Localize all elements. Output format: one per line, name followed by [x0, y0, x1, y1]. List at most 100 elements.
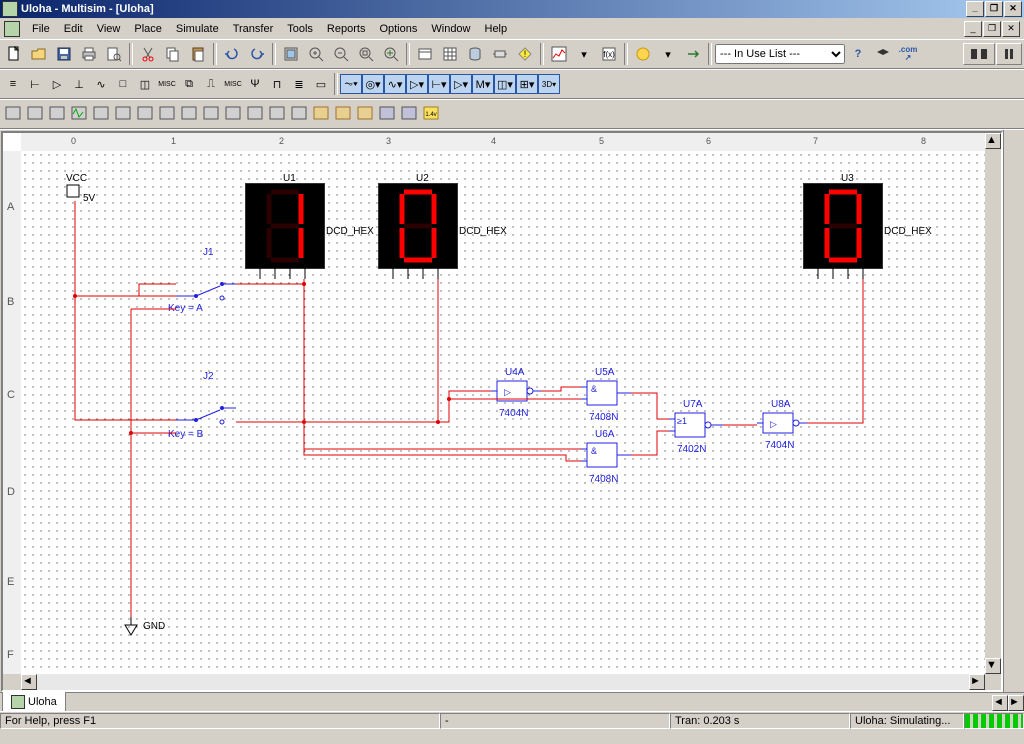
src-analog-icon[interactable]: ∿ [90, 74, 112, 94]
vertical-scrollbar[interactable]: ▲ ▼ [985, 133, 1001, 674]
spreadsheet-button[interactable] [438, 42, 462, 66]
src-basic-icon[interactable]: ⊢ [24, 74, 46, 94]
inst-tk1-icon[interactable] [376, 104, 398, 124]
inst-4scope-icon[interactable] [90, 104, 112, 124]
gate-u5a[interactable]: U5A & 7408N [581, 367, 631, 412]
menu-edit[interactable]: Edit [58, 21, 89, 37]
save-button[interactable] [52, 42, 76, 66]
copy-button[interactable] [161, 42, 185, 66]
src-rf-icon[interactable]: Ψ [244, 74, 266, 94]
paste-button[interactable] [186, 42, 210, 66]
check-button[interactable]: ! [513, 42, 537, 66]
inst-probe-icon[interactable]: 1.4v [420, 104, 442, 124]
xfer-button[interactable] [681, 42, 705, 66]
wizard-button[interactable] [631, 42, 655, 66]
inst-scope-icon[interactable] [68, 104, 90, 124]
zoom-area-button[interactable] [354, 42, 378, 66]
pause-button[interactable] [996, 43, 1022, 65]
display-u3[interactable] [803, 183, 883, 269]
mdi-minimize-button[interactable]: _ [964, 21, 982, 37]
inst-bode-icon[interactable] [112, 104, 134, 124]
scroll-right-button[interactable]: ► [969, 674, 985, 690]
in-use-list[interactable]: --- In Use List --- [715, 44, 845, 64]
menu-help[interactable]: Help [479, 21, 514, 37]
virt-measure-icon[interactable]: M▾ [472, 74, 494, 94]
undo-button[interactable] [220, 42, 244, 66]
menu-file[interactable]: File [26, 21, 56, 37]
vcc-symbol[interactable] [65, 183, 85, 203]
database-button[interactable] [463, 42, 487, 66]
cut-button[interactable] [136, 42, 160, 66]
virt-analog-icon[interactable]: ▷▾ [450, 74, 472, 94]
inst-wm-icon[interactable] [46, 104, 68, 124]
src-diode-icon[interactable]: ▷ [46, 74, 68, 94]
open-button[interactable] [27, 42, 51, 66]
gate-u4a[interactable]: U4A ▷ 7404N [491, 367, 541, 408]
gate-u6a[interactable]: U6A & 7408N [581, 429, 631, 474]
virt-diode-icon[interactable]: ▷▾ [406, 74, 428, 94]
doc-tab[interactable]: Uloha [2, 691, 66, 711]
inst-mm-icon[interactable] [2, 104, 24, 124]
zoom-fit-button[interactable] [379, 42, 403, 66]
maximize-button[interactable]: ❐ [985, 1, 1003, 17]
zoom-in-button[interactable] [304, 42, 328, 66]
src-bus-icon[interactable]: ≣ [288, 74, 310, 94]
menu-options[interactable]: Options [373, 21, 423, 37]
inst-na-icon[interactable] [288, 104, 310, 124]
new-button[interactable] [2, 42, 26, 66]
src-ind-icon[interactable]: ⎍ [200, 74, 222, 94]
component-button[interactable] [488, 42, 512, 66]
schematic-canvas[interactable]: VCC 5V U1 DCD_HEX U2 [21, 151, 985, 674]
web-button[interactable]: .com↗ [896, 42, 920, 66]
display-u2[interactable] [378, 183, 458, 269]
inst-ag1-icon[interactable] [310, 104, 332, 124]
tab-scroll-right[interactable]: ► [1008, 695, 1024, 711]
inst-ag2-icon[interactable] [332, 104, 354, 124]
menu-place[interactable]: Place [128, 21, 168, 37]
menu-reports[interactable]: Reports [321, 21, 372, 37]
scroll-down-button[interactable]: ▼ [985, 658, 1001, 674]
virt-misc-icon[interactable]: ◫▾ [494, 74, 516, 94]
src-misc2-icon[interactable]: MISC [222, 74, 244, 94]
zoom-out-button[interactable] [329, 42, 353, 66]
mdi-maximize-button[interactable]: ❐ [983, 21, 1001, 37]
src-mixed-icon[interactable]: ⧉ [178, 74, 200, 94]
tab-scroll-left[interactable]: ◄ [992, 695, 1008, 711]
inst-dist-icon[interactable] [244, 104, 266, 124]
src-ttl-icon[interactable]: □ [112, 74, 134, 94]
inst-la-icon[interactable] [178, 104, 200, 124]
inst-freq-icon[interactable] [134, 104, 156, 124]
virt-3d-icon[interactable]: 3D▾ [538, 74, 560, 94]
inst-ag3-icon[interactable] [354, 104, 376, 124]
switch-j2[interactable] [176, 400, 236, 428]
menu-simulate[interactable]: Simulate [170, 21, 225, 37]
wizard2-button[interactable]: ▾ [656, 42, 680, 66]
grapher-button[interactable] [547, 42, 571, 66]
virt-power-icon[interactable]: ⏦▾ [340, 74, 362, 94]
inst-lc-icon[interactable] [200, 104, 222, 124]
redo-button[interactable] [245, 42, 269, 66]
virt-basic-icon[interactable]: ∿▾ [384, 74, 406, 94]
virt-trans-icon[interactable]: ⊢▾ [428, 74, 450, 94]
src-cmos-icon[interactable]: ◫ [134, 74, 156, 94]
print-preview-button[interactable] [102, 42, 126, 66]
src-em-icon[interactable]: ⊓ [266, 74, 288, 94]
virt-signal-icon[interactable]: ◎▾ [362, 74, 384, 94]
project-button[interactable] [413, 42, 437, 66]
scroll-up-button[interactable]: ▲ [985, 133, 1001, 149]
inst-iv-icon[interactable] [222, 104, 244, 124]
src-ground-icon[interactable]: ≡ [2, 74, 24, 94]
scroll-left-button[interactable]: ◄ [21, 674, 37, 690]
analyses-button[interactable]: ▾ [572, 42, 596, 66]
help-button[interactable]: ? [846, 42, 870, 66]
src-misc-icon[interactable]: MISC [156, 74, 178, 94]
inst-sa-icon[interactable] [266, 104, 288, 124]
switch-j1[interactable] [176, 276, 236, 304]
src-hier-icon[interactable]: ▭ [310, 74, 332, 94]
mdi-close-button[interactable]: ✕ [1002, 21, 1020, 37]
close-button[interactable]: ✕ [1004, 1, 1022, 17]
src-transistor-icon[interactable]: ⊥ [68, 74, 90, 94]
display-u1[interactable] [245, 183, 325, 269]
inst-wg-icon[interactable] [156, 104, 178, 124]
postprocessor-button[interactable]: f(x) [597, 42, 621, 66]
